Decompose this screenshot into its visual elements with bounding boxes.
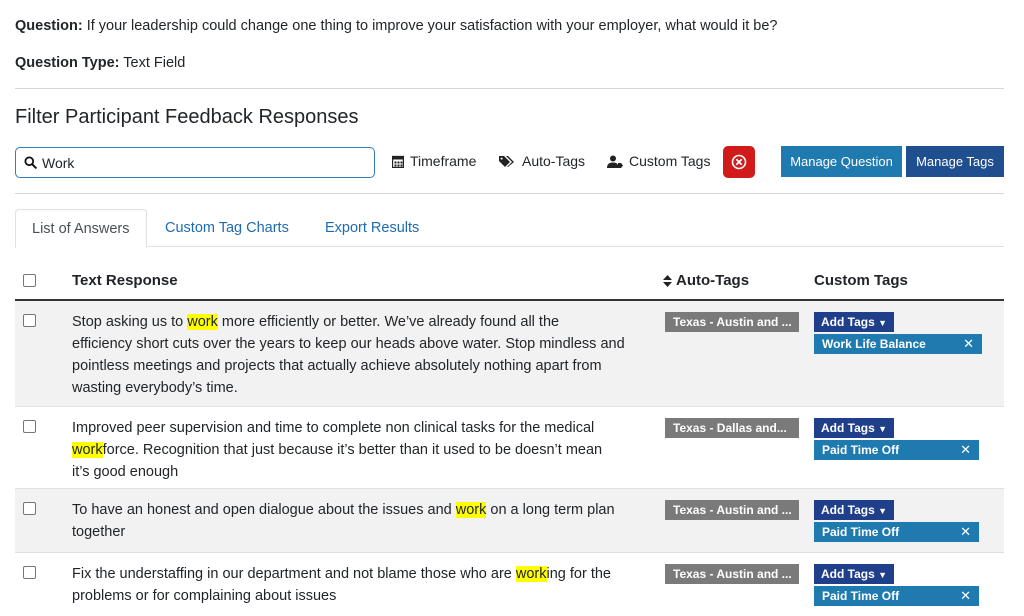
question-type-label: Question Type: <box>15 55 120 71</box>
custom-tag-badge: Paid Time Off ✕ <box>814 522 979 542</box>
header-text-response: Text Response <box>72 272 178 289</box>
text-response: Improved peer supervision and time to co… <box>72 417 657 483</box>
timeframe-label: Timeframe <box>410 153 477 169</box>
search-highlight: work <box>455 502 487 518</box>
table-row: Stop asking us to work more efficiently … <box>15 301 1004 407</box>
caret-down-icon: ▼ <box>878 506 888 516</box>
text-response: Fix the understaffing in our department … <box>72 563 657 607</box>
custom-tag-label: Paid Time Off <box>822 525 900 539</box>
row-checkbox[interactable] <box>23 566 36 579</box>
tab-list-of-answers[interactable]: List of Answers <box>15 209 147 248</box>
response-text: To have an honest and open dialogue abou… <box>72 502 456 518</box>
add-tags-label: Add Tags <box>821 567 875 581</box>
header-custom-tags: Custom Tags <box>814 272 908 289</box>
response-text: more efficiently or better. We’ve alread… <box>217 314 560 330</box>
custom-tag-label: Paid Time Off <box>822 443 900 457</box>
response-text: wasting everybody’s time. <box>72 380 238 396</box>
text-response: To have an honest and open dialogue abou… <box>72 499 657 543</box>
select-all-checkbox[interactable] <box>23 274 36 287</box>
response-text: Improved peer supervision and time to co… <box>72 420 595 436</box>
user-tag-icon <box>607 155 623 168</box>
response-text: together <box>72 524 126 540</box>
sort-icon <box>663 274 672 287</box>
tab-bar: List of Answers Custom Tag Charts Export… <box>15 209 1004 248</box>
caret-down-icon: ▼ <box>878 570 888 580</box>
response-text: Fix the understaffing in our department … <box>72 566 516 582</box>
caret-down-icon: ▼ <box>878 318 888 328</box>
custom-tags-filter[interactable]: Custom Tags <box>607 153 710 169</box>
manage-question-button[interactable]: Manage Question <box>781 146 902 177</box>
response-text: force. Recognition that just because it’… <box>102 442 603 458</box>
response-text: it’s good enough <box>72 464 179 480</box>
question-line: Question: If your leadership could chang… <box>15 18 777 34</box>
close-circle-icon <box>731 154 747 170</box>
question-type-line: Question Type: Text Field <box>15 55 185 71</box>
auto-tags-label: Auto-Tags <box>522 153 586 169</box>
custom-tag-badge: Work Life Balance ✕ <box>814 334 982 354</box>
section-title: Filter Participant Feedback Responses <box>15 106 359 128</box>
response-text: Stop asking us to <box>72 314 188 330</box>
custom-tag-label: Paid Time Off <box>822 589 900 603</box>
table-row: To have an honest and open dialogue abou… <box>15 489 1004 553</box>
auto-tag-badge: Texas - Austin and ... <box>665 564 799 584</box>
add-tags-label: Add Tags <box>821 315 875 329</box>
remove-tag-icon[interactable]: ✕ <box>960 586 971 606</box>
auto-tag-badge: Texas - Austin and ... <box>665 312 799 332</box>
clear-filters-button[interactable] <box>723 146 755 178</box>
search-input[interactable] <box>42 154 342 171</box>
auto-tags-filter[interactable]: Auto-Tags <box>499 153 585 169</box>
response-text: efficiency short cuts over the years to … <box>72 336 625 352</box>
header-auto-tags-label: Auto-Tags <box>676 272 750 289</box>
response-text: problems or for complaining about issues <box>72 588 337 604</box>
remove-tag-icon[interactable]: ✕ <box>963 334 974 354</box>
question-text: If your leadership could change one thin… <box>86 18 778 34</box>
response-text: on a long term plan <box>486 502 615 518</box>
custom-tag-badge: Paid Time Off ✕ <box>814 440 979 460</box>
row-checkbox[interactable] <box>23 420 36 433</box>
custom-tags-label: Custom Tags <box>629 153 711 169</box>
calendar-icon <box>392 155 404 168</box>
add-tags-button[interactable]: Add Tags ▼ <box>814 312 895 332</box>
tab-export-results[interactable]: Export Results <box>309 209 435 248</box>
row-checkbox[interactable] <box>23 314 36 327</box>
custom-tag-label: Work Life Balance <box>822 337 926 351</box>
divider <box>15 88 1004 89</box>
search-box[interactable] <box>15 147 375 178</box>
response-text: ing for the <box>546 566 612 582</box>
search-highlight: work <box>72 442 103 458</box>
remove-tag-icon[interactable]: ✕ <box>960 522 971 542</box>
add-tags-button[interactable]: Add Tags ▼ <box>814 564 895 584</box>
search-icon <box>24 156 37 169</box>
table-row: Improved peer supervision and time to co… <box>15 407 1004 489</box>
question-label: Question: <box>15 18 83 34</box>
row-checkbox[interactable] <box>23 502 36 515</box>
auto-tag-badge: Texas - Dallas and... <box>665 418 799 438</box>
question-type-value: Text Field <box>123 55 186 71</box>
divider <box>15 193 1004 194</box>
timeframe-filter[interactable]: Timeframe <box>392 153 476 169</box>
text-response: Stop asking us to work more efficiently … <box>72 311 657 399</box>
auto-tag-badge: Texas - Austin and ... <box>665 500 799 520</box>
table-header: Text Response Auto-Tags Custom Tags <box>15 263 1004 301</box>
custom-tag-badge: Paid Time Off ✕ <box>814 586 979 606</box>
table-row: Fix the understaffing in our department … <box>15 553 1004 616</box>
search-highlight: work <box>187 314 218 330</box>
add-tags-label: Add Tags <box>821 421 875 435</box>
search-highlight: work <box>515 566 547 582</box>
manage-tags-button[interactable]: Manage Tags <box>906 146 1004 177</box>
tab-custom-tag-charts[interactable]: Custom Tag Charts <box>149 209 305 248</box>
add-tags-button[interactable]: Add Tags ▼ <box>814 418 895 438</box>
add-tags-label: Add Tags <box>821 503 875 517</box>
add-tags-button[interactable]: Add Tags ▼ <box>814 500 895 520</box>
tags-icon <box>499 155 514 167</box>
response-text: pointless meetings and projects that act… <box>72 358 602 374</box>
caret-down-icon: ▼ <box>878 424 888 434</box>
header-auto-tags[interactable]: Auto-Tags <box>663 272 749 289</box>
remove-tag-icon[interactable]: ✕ <box>960 440 971 460</box>
